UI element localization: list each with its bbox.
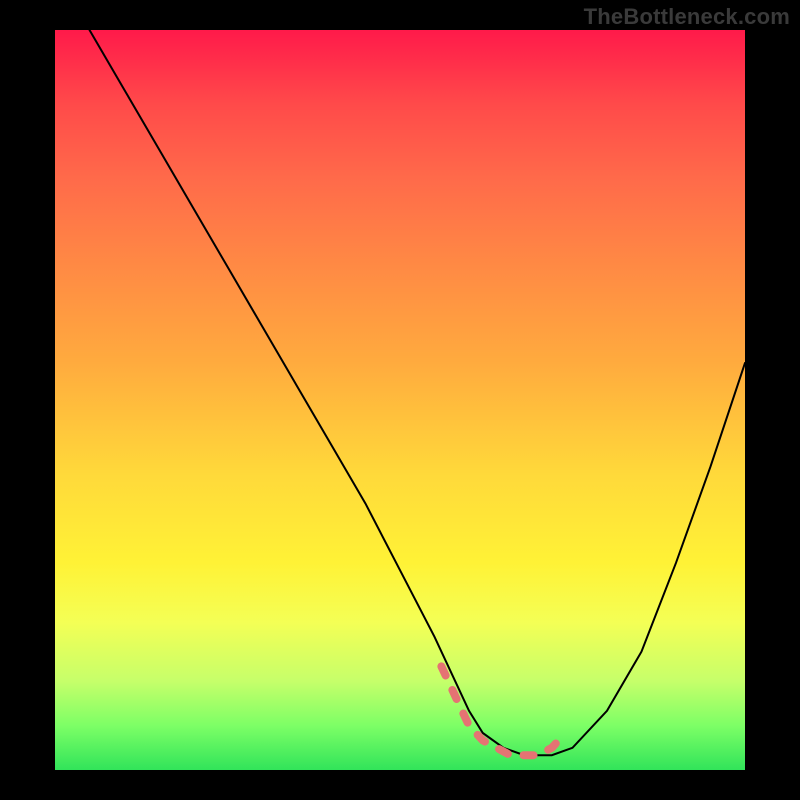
bottleneck-curve <box>90 30 746 755</box>
plot-area <box>55 30 745 770</box>
curve-layer <box>55 30 745 770</box>
valley-highlight <box>441 666 565 755</box>
chart-frame: TheBottleneck.com <box>0 0 800 800</box>
watermark-text: TheBottleneck.com <box>584 4 790 30</box>
